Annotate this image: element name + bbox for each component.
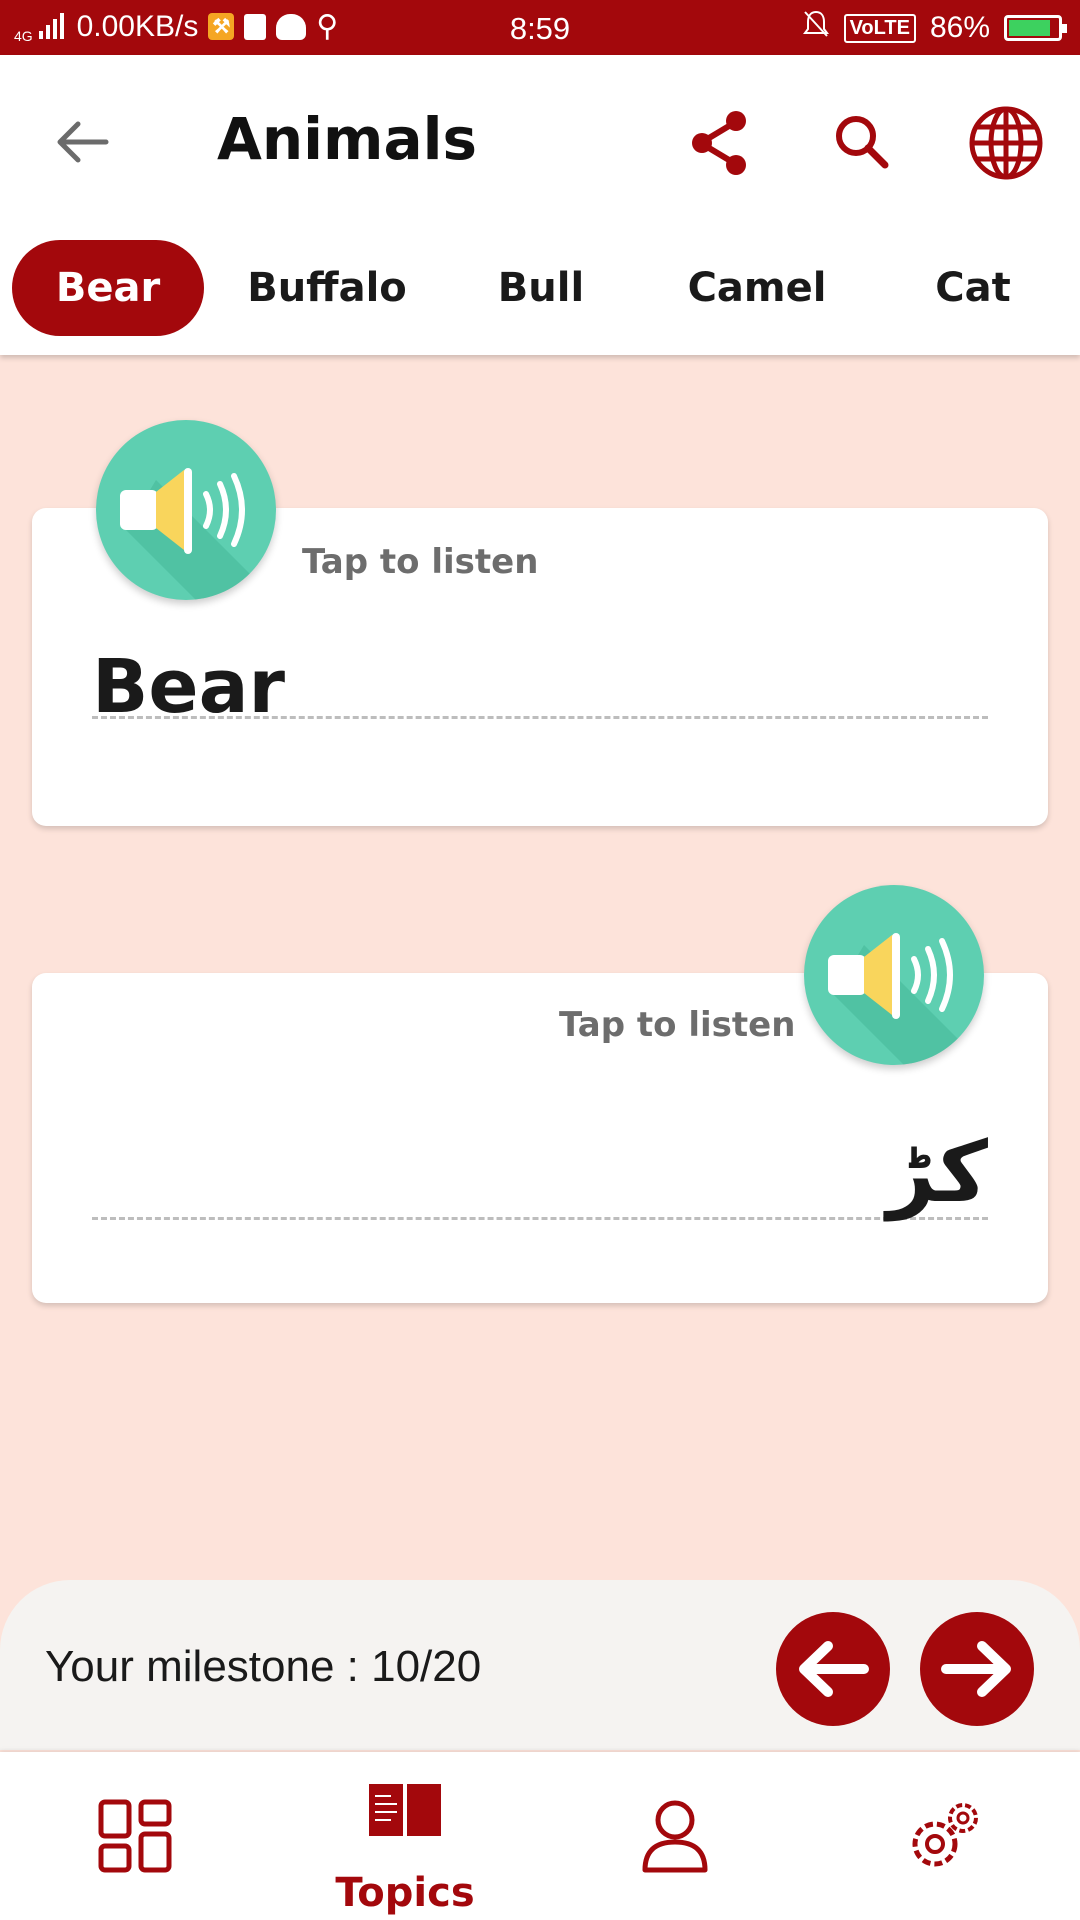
milestone-panel: Your milestone : 10/20 (0, 1580, 1080, 1750)
nav-settings[interactable] (810, 1752, 1080, 1920)
search-button[interactable] (823, 103, 903, 183)
battery-fill (1009, 20, 1050, 36)
next-button[interactable] (920, 1612, 1034, 1726)
arrow-left-icon (57, 121, 109, 163)
status-bar: 4G 0.00KB/s ⚒ ⚲ 8:59 VoLTE 86% (0, 0, 1080, 55)
tap-to-listen-label: Tap to listen (559, 1005, 796, 1045)
tab-cat[interactable]: Cat (880, 240, 1066, 336)
milestone-label: Your milestone : 10/20 (45, 1642, 482, 1691)
previous-button[interactable] (776, 1612, 890, 1726)
volte-badge: VoLTE (843, 13, 916, 43)
globe-icon (969, 106, 1043, 180)
share-icon (692, 111, 746, 175)
arrow-right-icon (941, 1641, 1011, 1697)
battery-icon (1004, 15, 1067, 41)
profile-icon (642, 1800, 708, 1873)
search-icon (836, 116, 889, 169)
animal-tabs: Bear Buffalo Bull Camel Cat (0, 240, 1080, 340)
dashboard-icon (98, 1799, 172, 1873)
back-button[interactable] (50, 110, 114, 174)
language-button[interactable] (966, 103, 1046, 183)
nav-topics[interactable]: Topics (270, 1752, 540, 1920)
tab-buffalo[interactable]: Buffalo (232, 240, 422, 336)
nav-profile[interactable] (540, 1752, 810, 1920)
urdu-word: کڑ (886, 1123, 988, 1221)
book-icon (369, 1784, 441, 1836)
battery-percent: 86% (929, 11, 990, 44)
tab-camel[interactable]: Camel (660, 240, 854, 336)
silent-bell-icon (802, 9, 830, 47)
settings-icon (912, 1803, 978, 1867)
speaker-icon (828, 933, 984, 1065)
page-title: Animals (217, 105, 478, 173)
word-underline (92, 716, 988, 719)
bottom-navigation: Topics (0, 1752, 1080, 1920)
app-header: Animals Bear Buffalo Bull Camel Cat (0, 55, 1080, 355)
share-button[interactable] (680, 103, 760, 183)
play-urdu-button[interactable] (804, 885, 984, 1065)
nav-topics-label: Topics (335, 1870, 475, 1916)
tab-bear[interactable]: Bear (12, 240, 204, 336)
status-right: VoLTE 86% (802, 9, 1067, 47)
nav-dashboard[interactable] (0, 1752, 270, 1920)
speaker-icon (120, 468, 276, 600)
arrow-left-icon (799, 1641, 869, 1697)
tap-to-listen-label: Tap to listen (302, 542, 539, 582)
play-english-button[interactable] (96, 420, 276, 600)
word-underline (92, 1217, 988, 1220)
tab-bull[interactable]: Bull (450, 240, 632, 336)
